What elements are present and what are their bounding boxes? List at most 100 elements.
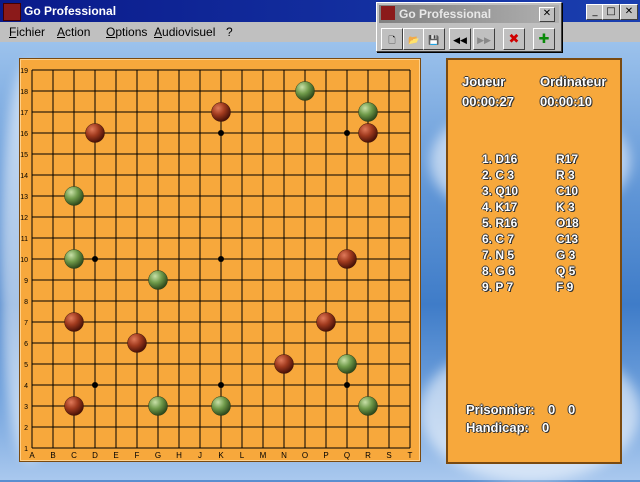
player-time: 00:00:27	[462, 94, 515, 109]
toolbar-close-button[interactable]: ✕	[539, 7, 555, 22]
add-icon-button[interactable]: ✚	[533, 28, 555, 50]
handicap-label: Handicap:	[466, 420, 529, 435]
player-move: 6. C 7	[482, 232, 515, 246]
handicap-value: 0	[542, 420, 550, 435]
row-label: 10	[20, 257, 28, 264]
red-stone	[211, 102, 231, 122]
new-icon: 🗋	[388, 35, 396, 45]
row-label: 3	[24, 404, 28, 411]
row-label: 9	[24, 278, 28, 285]
column-label: G	[155, 451, 161, 460]
player-move: 5. R16	[482, 216, 518, 230]
stop-icon: ✖	[508, 31, 520, 46]
row-label: 4	[24, 383, 28, 390]
prisoners-computer: 0	[568, 402, 576, 417]
save-icon-button[interactable]: 💾	[423, 28, 445, 50]
red-stone	[64, 396, 84, 416]
open-folder-icon-button[interactable]: 📂	[403, 28, 425, 50]
menu-options[interactable]: Options	[106, 25, 147, 39]
prisoners-label: Prisonnier:	[466, 402, 535, 417]
column-label: K	[218, 451, 224, 460]
menu-audiovisuel[interactable]: Audiovisuel	[154, 25, 215, 39]
column-label: S	[386, 451, 391, 460]
player-move: 9. P 7	[482, 280, 514, 294]
menu-fichier[interactable]: Fichier	[9, 25, 45, 39]
column-label: B	[50, 451, 55, 460]
row-label: 1	[24, 446, 28, 453]
player-move: 8. G 6	[482, 264, 515, 278]
computer-move: G 3	[556, 248, 576, 262]
row-label: 13	[20, 194, 28, 201]
new-icon-button[interactable]: 🗋	[381, 28, 403, 50]
info-panel: Joueur Ordinateur 00:00:27 00:00:10 1. D…	[446, 58, 622, 464]
computer-time: 00:00:10	[540, 94, 593, 109]
row-label: 11	[21, 236, 28, 243]
star-point	[218, 130, 224, 136]
app-icon	[381, 6, 395, 20]
computer-label: Ordinateur	[540, 74, 607, 89]
go-board[interactable]: A 19 B 18 C 17 D 16 E 15 F 14 G 13 H 12 J 11 K 10 L 9 M 8 N 7 O 6 P 5…	[19, 58, 421, 462]
red-stone	[358, 123, 378, 143]
column-label: E	[113, 451, 118, 460]
star-point	[92, 256, 98, 262]
add-icon: ✚	[538, 31, 550, 46]
column-label: H	[176, 451, 182, 460]
row-label: 17	[20, 110, 28, 117]
green-stone	[64, 249, 84, 269]
menu-help[interactable]: ?	[226, 25, 233, 39]
column-label: Q	[344, 451, 350, 460]
star-point	[218, 382, 224, 388]
player-move: 4. K17	[482, 200, 518, 214]
player-move: 7. N 5	[482, 248, 515, 262]
column-label: A	[29, 451, 35, 460]
red-stone	[337, 249, 357, 269]
player-label: Joueur	[462, 74, 506, 89]
row-label: 6	[24, 341, 28, 348]
column-label: L	[240, 451, 245, 460]
column-label: O	[302, 451, 308, 460]
star-point	[218, 256, 224, 262]
save-icon: 💾	[428, 35, 440, 45]
toolbar-title-bar[interactable]: Go Professional ✕	[379, 5, 559, 23]
computer-move: F 9	[556, 280, 574, 294]
column-label: M	[260, 451, 267, 460]
column-label: D	[92, 451, 98, 460]
maximize-button[interactable]: □	[602, 4, 620, 20]
column-label: J	[198, 451, 202, 460]
forward-icon-button[interactable]: ▶▶	[473, 28, 495, 50]
column-label: T	[408, 451, 413, 460]
red-stone	[127, 333, 147, 353]
app-icon[interactable]	[3, 3, 21, 21]
red-stone	[64, 312, 84, 332]
green-stone	[148, 270, 168, 290]
star-point	[344, 382, 350, 388]
red-stone	[316, 312, 336, 332]
computer-move: Q 5	[556, 264, 576, 278]
green-stone	[358, 102, 378, 122]
rewind-icon-button[interactable]: ◀◀	[449, 28, 471, 50]
toolbar-title: Go Professional	[399, 7, 492, 21]
green-stone	[64, 186, 84, 206]
row-label: 19	[20, 68, 28, 75]
column-label: F	[135, 451, 140, 460]
computer-move: R17	[556, 152, 579, 166]
column-label: C	[71, 451, 77, 460]
player-move: 2. C 3	[482, 168, 515, 182]
column-label: R	[365, 451, 371, 460]
stop-icon-button[interactable]: ✖	[503, 28, 525, 50]
row-label: 5	[24, 362, 28, 369]
player-move: 1. D16	[482, 152, 518, 166]
green-stone	[295, 81, 315, 101]
window-title: Go Professional	[24, 4, 117, 18]
row-label: 15	[20, 152, 28, 159]
row-label: 12	[20, 215, 28, 222]
column-label: N	[281, 451, 287, 460]
menu-action[interactable]: Action	[57, 25, 90, 39]
row-label: 2	[24, 425, 28, 432]
close-button[interactable]: ✕	[620, 4, 638, 20]
prisoners-player: 0	[548, 402, 556, 417]
computer-move: C10	[556, 184, 579, 198]
board-grid[interactable]: A19B18C17D16E15F14G13H12J11K10L9M8N7O6P5…	[20, 59, 420, 461]
computer-move: K 3	[556, 200, 575, 214]
green-stone	[358, 396, 378, 416]
